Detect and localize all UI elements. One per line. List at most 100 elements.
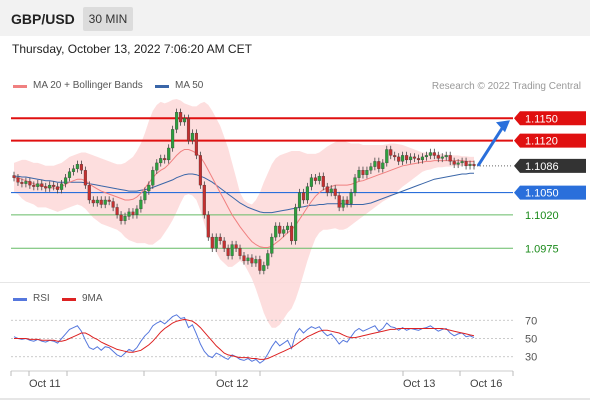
candle-body (436, 155, 440, 159)
candle-body (412, 156, 417, 159)
candle-body (115, 207, 119, 215)
candle-body (420, 156, 424, 161)
candle-body (67, 171, 72, 178)
candle-body (428, 152, 432, 156)
candle-body (282, 229, 286, 234)
candle-body (369, 166, 373, 171)
candle-body (242, 255, 246, 262)
candle-body (52, 184, 56, 187)
level-label-1.1086: 1.1086 (525, 161, 559, 173)
candle-body (175, 112, 179, 130)
candle-body (79, 164, 83, 171)
candle-body (179, 112, 183, 123)
candle-body (258, 259, 262, 271)
candle-body (416, 158, 421, 161)
candle-body (222, 240, 226, 249)
candle-body (321, 176, 325, 187)
projection-arrowhead (496, 120, 510, 133)
candle-body (167, 147, 171, 161)
candle-body (432, 152, 436, 156)
level-label-1.1050: 1.1050 (525, 188, 559, 200)
candle-body (230, 244, 234, 256)
candle-body (250, 257, 254, 264)
rsi-tick-label: 70 (525, 315, 537, 327)
candle-body (294, 207, 298, 241)
candle-body (75, 164, 79, 169)
candle-body (218, 236, 222, 241)
candle-body (448, 155, 452, 162)
candle-body (357, 170, 361, 178)
candle-body (32, 184, 36, 187)
level-label-1.1150: 1.1150 (525, 113, 558, 125)
candle-body (409, 156, 413, 161)
candle-body (337, 195, 341, 208)
candle-body (349, 192, 353, 204)
candle-body (286, 225, 290, 230)
candle-body (329, 188, 333, 193)
candle-body (424, 155, 428, 158)
candle-body (12, 175, 16, 178)
candle-body (214, 236, 218, 249)
candle-body (182, 118, 187, 123)
candle-body (278, 225, 282, 234)
candle-body (401, 155, 405, 162)
candle-body (64, 177, 68, 184)
candle-body (28, 181, 32, 186)
candle-body (452, 161, 456, 165)
candle-body (194, 132, 198, 156)
candle-body (297, 192, 302, 208)
candle-body (20, 182, 24, 184)
candle-body (353, 177, 357, 193)
candle-body (301, 192, 306, 201)
candle-body (333, 188, 337, 196)
candle-body (111, 201, 115, 208)
candle-body (313, 177, 317, 181)
candle-body (266, 253, 270, 266)
rsi-tick-label: 50 (525, 334, 537, 346)
bollinger-band (14, 99, 474, 328)
candle-body (87, 184, 91, 201)
candle-body (309, 177, 313, 187)
candle-body (381, 162, 385, 169)
candle-body (393, 155, 397, 158)
candle-body (71, 168, 76, 172)
candle-body (143, 190, 147, 201)
candle-body (206, 214, 210, 238)
level-label-1.0975: 1.0975 (525, 243, 559, 255)
candle-body (377, 161, 381, 169)
candle-body (345, 199, 349, 204)
candle-body (48, 184, 52, 189)
candle-body (405, 155, 409, 161)
candle-body (385, 149, 389, 164)
candle-body (361, 170, 365, 175)
projection-arrow (476, 124, 506, 167)
candle-body (127, 211, 131, 217)
candle-body (99, 199, 103, 205)
candle-body (325, 186, 329, 193)
rsi-line (13, 314, 475, 364)
candle-body (95, 199, 99, 204)
price-chart: 1.1150 1.1120 1.1086 1.1050 1.1020 1.0975 70 50… (10, 99, 586, 390)
candle-body (234, 244, 238, 249)
x-axis-label: Oct 13 (403, 378, 435, 390)
candle-body (202, 184, 206, 215)
candle-body (44, 186, 48, 189)
candle-body (341, 199, 345, 208)
candle-body (190, 132, 194, 141)
candle-body (254, 259, 258, 264)
level-label-1.1120: 1.1120 (525, 136, 558, 148)
candle-body (83, 170, 87, 186)
candle-body (460, 161, 464, 164)
candle-body (198, 155, 202, 186)
candle-body (91, 199, 95, 204)
candle-body (139, 199, 143, 210)
candle-body (103, 199, 107, 205)
candle-body (456, 162, 460, 165)
candle-body (107, 199, 111, 202)
x-axis-label: Oct 12 (216, 378, 248, 390)
candle-body (317, 176, 321, 181)
candle-body (238, 248, 242, 256)
candle-body (36, 183, 40, 187)
candle-body (444, 155, 448, 158)
candle-body (155, 162, 159, 171)
